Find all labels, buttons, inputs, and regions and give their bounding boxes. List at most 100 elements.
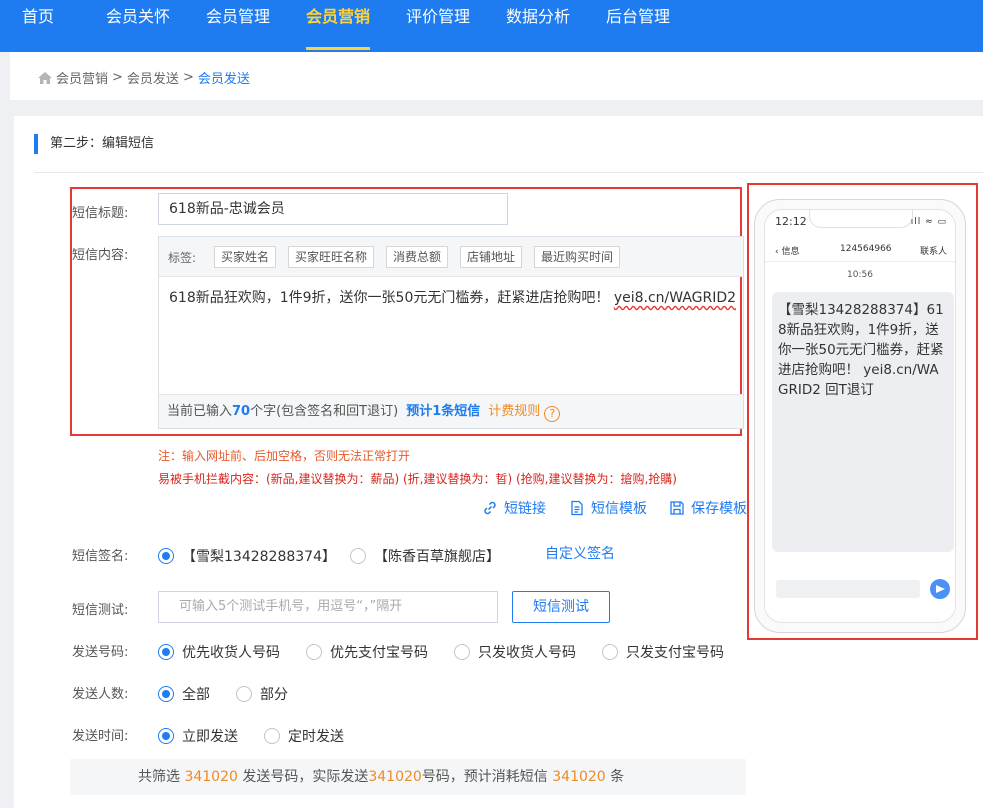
sms-test-button[interactable]: 短信测试: [512, 591, 610, 623]
send-people-label: 发送人数:: [72, 687, 129, 702]
top-nav: 首页 会员关怀 会员管理 会员营销 评价管理 数据分析 后台管理: [0, 0, 983, 52]
phone-preview: 12:12 ıll ≈ ▭ ‹ 信息 124564966 联系人 10:56 【…: [754, 199, 966, 633]
phone-screen: 12:12 ıll ≈ ▭ ‹ 信息 124564966 联系人 10:56 【…: [764, 209, 956, 623]
radio-checked-icon: [158, 686, 174, 702]
count-prefix: 当前已输入: [167, 404, 233, 419]
breadcrumb-member-send[interactable]: 会员发送: [127, 68, 179, 87]
step-title: 第二步：编辑短信: [34, 134, 154, 154]
sms-content-label: 短信内容:: [72, 248, 129, 263]
short-link-button[interactable]: 短链接: [482, 498, 546, 518]
short-link-label: 短链接: [504, 501, 546, 517]
number-option-2[interactable]: 优先支付宝号码: [306, 642, 428, 662]
nav-member-management[interactable]: 会员管理: [206, 0, 270, 52]
people-option-all-label: 全部: [182, 687, 210, 703]
sms-total: 预计1条短信: [406, 404, 481, 419]
breadcrumb-separator: >: [182, 70, 194, 85]
signature-option-2[interactable]: 【陈香百草旗舰店】: [350, 546, 500, 566]
nav-member-marketing[interactable]: 会员营销: [306, 0, 371, 52]
sms-content-text[interactable]: 618新品狂欢购，1件9折，送你一张50元无门槛券，赶紧进店抢购吧！ yei8.…: [169, 287, 736, 307]
radio-checked-icon: [158, 644, 174, 660]
radio-unchecked-icon: [350, 548, 366, 564]
radio-unchecked-icon: [306, 644, 322, 660]
nav-member-care[interactable]: 会员关怀: [106, 0, 170, 52]
char-count: 70: [232, 404, 251, 419]
nav-home[interactable]: 首页: [22, 0, 54, 52]
phone-back-button: ‹ 信息: [775, 247, 800, 257]
home-icon[interactable]: [38, 71, 52, 84]
char-count-bar: 当前已输入70个字(包含签名和回T退订) 预计1条短信 计费规则?: [159, 394, 743, 428]
phone-clock: 12:12: [775, 215, 807, 228]
nav-data-analysis[interactable]: 数据分析: [506, 0, 570, 52]
people-option-partial-label: 部分: [260, 687, 288, 703]
signature-option-1-label: 【雪梨13428288374】: [182, 549, 336, 565]
radio-unchecked-icon: [236, 686, 252, 702]
number-option-3-label: 只发收货人号码: [478, 645, 576, 661]
save-template-label: 保存模板: [691, 501, 747, 517]
sms-test-label: 短信测试:: [72, 603, 129, 618]
people-option-partial[interactable]: 部分: [236, 684, 288, 704]
radio-unchecked-icon: [264, 728, 280, 744]
tag-shop-address[interactable]: 店铺地址: [460, 246, 523, 268]
signature-option-1[interactable]: 【雪梨13428288374】: [158, 546, 336, 566]
actual-send-count: 341020: [368, 769, 422, 785]
nav-review-management[interactable]: 评价管理: [406, 0, 470, 52]
filtered-count: 341020: [184, 769, 238, 785]
count-suffix: 个字(包含签名和回T退订): [250, 404, 399, 419]
time-option-now-label: 立即发送: [182, 729, 238, 745]
phone-notch: [809, 210, 913, 228]
tag-total-spend[interactable]: 消费总额: [386, 246, 449, 268]
sms-template-button[interactable]: 短信模板: [569, 498, 647, 518]
blocked-content-note: 易被手机拦截内容：(新品,建议替换为：薪品) (折,建议替换为：晢) (抢购,建…: [158, 472, 677, 486]
custom-signature-link[interactable]: 自定义签名: [545, 543, 615, 563]
sms-content-editor[interactable]: 标签: 买家姓名 买家旺旺名称 消费总额 店铺地址 最近购买时间 618新品狂欢…: [158, 236, 744, 429]
number-option-2-label: 优先支付宝号码: [330, 645, 428, 661]
send-icon: [930, 579, 950, 599]
tags-label: 标签:: [168, 251, 197, 265]
people-option-all[interactable]: 全部: [158, 684, 210, 704]
phone-status-icons: ıll ≈ ▭: [910, 217, 947, 227]
sms-title-input[interactable]: 618新品-忠诚会员: [158, 193, 508, 225]
signature-option-2-label: 【陈香百草旗舰店】: [374, 549, 500, 565]
summary-text: 条: [605, 769, 625, 785]
radio-checked-icon: [158, 548, 174, 564]
nav-admin[interactable]: 后台管理: [606, 0, 670, 52]
summary-text: 共筛选: [138, 769, 185, 785]
radio-checked-icon: [158, 728, 174, 744]
phone-sender-number: 124564966: [840, 244, 892, 254]
signature-label: 短信签名:: [72, 549, 129, 564]
tag-buyer-name[interactable]: 买家姓名: [214, 246, 277, 268]
number-option-1[interactable]: 优先收货人号码: [158, 642, 280, 662]
time-option-scheduled[interactable]: 定时发送: [264, 726, 344, 746]
divider: [34, 172, 983, 173]
sms-content-link: yei8.cn/WAGRID2: [613, 290, 737, 306]
send-summary: 共筛选 341020 发送号码，实际发送341020号码，预计消耗短信 3410…: [70, 759, 746, 795]
phone-message-time: 10:56: [847, 270, 873, 280]
summary-text: 发送号码，实际发送: [237, 769, 369, 785]
test-phone-input[interactable]: 可输入5个测试手机号，用逗号“，”隔开: [158, 591, 498, 623]
phone-message-header: ‹ 信息 124564966 联系人: [765, 240, 955, 262]
tag-last-purchase-time[interactable]: 最近购买时间: [534, 246, 621, 268]
url-note: 注：输入网址前、后加空格，否则无法正常打开: [158, 449, 411, 463]
number-option-3[interactable]: 只发收货人号码: [454, 642, 576, 662]
number-option-4-label: 只发支付宝号码: [626, 645, 724, 661]
document-icon: [571, 500, 583, 516]
save-template-button[interactable]: 保存模板: [669, 498, 747, 518]
breadcrumb-separator: >: [112, 70, 123, 85]
breadcrumb-marketing[interactable]: 会员营销: [56, 68, 108, 87]
phone-input-box: [776, 580, 920, 598]
tag-buyer-wangwang[interactable]: 买家旺旺名称: [288, 246, 375, 268]
number-option-4[interactable]: 只发支付宝号码: [602, 642, 724, 662]
time-option-scheduled-label: 定时发送: [288, 729, 344, 745]
time-option-now[interactable]: 立即发送: [158, 726, 238, 746]
radio-unchecked-icon: [602, 644, 618, 660]
sms-title-label: 短信标题:: [72, 206, 129, 221]
radio-unchecked-icon: [454, 644, 470, 660]
phone-message-bubble: 【雪梨13428288374】618新品狂欢购，1件9折，送你一张50元无门槛券…: [772, 292, 954, 552]
number-option-1-label: 优先收货人号码: [182, 645, 280, 661]
save-icon: [670, 501, 684, 515]
breadcrumb-panel: 会员营销 > 会员发送 > 会员发送: [10, 52, 983, 100]
help-icon[interactable]: ?: [544, 406, 561, 422]
phone-contact-link: 联系人: [919, 247, 947, 257]
fee-rule-link[interactable]: 计费规则: [488, 404, 540, 419]
sms-template-label: 短信模板: [591, 501, 647, 517]
